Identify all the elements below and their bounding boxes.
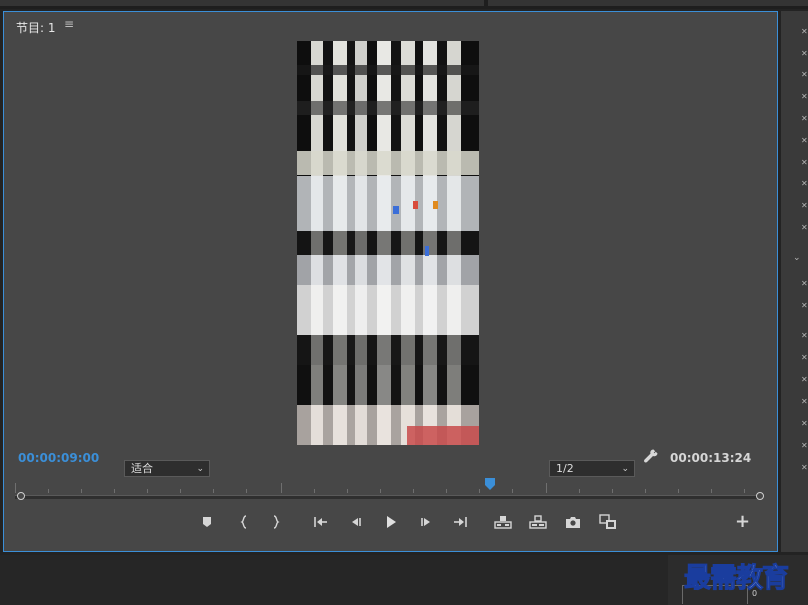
wrench-icon[interactable] (643, 448, 659, 464)
duration-timecode: 00:00:13:24 (670, 451, 752, 465)
plus-icon[interactable]: + (735, 513, 750, 531)
step-back-icon[interactable] (345, 513, 367, 531)
close-icon[interactable]: ✕ (801, 179, 808, 188)
close-icon[interactable]: ✕ (801, 375, 808, 384)
mark-in-icon[interactable] (233, 513, 255, 531)
close-icon[interactable]: ✕ (801, 136, 808, 145)
export-frame-icon[interactable] (562, 513, 584, 531)
panel-title[interactable]: 节目: 1 (16, 19, 56, 36)
playhead-marker[interactable] (485, 478, 495, 490)
close-icon[interactable]: ✕ (801, 92, 808, 101)
close-icon[interactable]: ✕ (801, 331, 808, 340)
chevron-down-icon[interactable]: ⌄ (793, 253, 801, 263)
close-icon[interactable]: ✕ (801, 353, 808, 362)
current-timecode[interactable]: 00:00:09:00 (18, 451, 99, 465)
extract-icon[interactable] (527, 513, 549, 531)
top-panel-tab (0, 0, 484, 6)
close-icon[interactable]: ✕ (801, 397, 808, 406)
close-icon[interactable]: ✕ (801, 201, 808, 210)
go-to-in-icon[interactable] (310, 513, 332, 531)
lift-icon[interactable] (492, 513, 514, 531)
step-forward-icon[interactable] (415, 513, 437, 531)
close-icon[interactable]: ✕ (801, 27, 808, 36)
zoom-level-value: 适合 (131, 462, 153, 475)
compare-icon[interactable] (597, 513, 619, 531)
scrub-bar[interactable] (15, 495, 757, 499)
scrub-start-handle[interactable] (17, 492, 25, 500)
hamburger-menu-icon[interactable]: ≡ (64, 17, 74, 31)
zoom-level-dropdown[interactable]: 适合 ⌄ (124, 460, 210, 477)
play-icon[interactable] (380, 513, 402, 531)
close-icon[interactable]: ✕ (801, 114, 808, 123)
watermark-logo: 最需教育 (684, 563, 790, 595)
go-to-out-icon[interactable] (449, 513, 471, 531)
mark-out-icon[interactable] (265, 513, 287, 531)
close-icon[interactable]: ✕ (801, 223, 808, 232)
time-ruler[interactable] (11, 480, 764, 493)
top-panel-tab (488, 0, 808, 6)
playback-resolution-dropdown[interactable]: 1/2 ⌄ (549, 460, 635, 477)
scrub-end-handle[interactable] (756, 492, 764, 500)
right-side-panel: ✕ ✕ ✕ ✕ ✕ ✕ ✕ ✕ ✕ ✕ ⌄ ✕ ✕ ✕ ✕ ✕ ✕ ✕ ✕ ✕ (781, 11, 808, 552)
close-icon[interactable]: ✕ (801, 463, 808, 472)
chevron-down-icon: ⌄ (196, 464, 204, 474)
close-icon[interactable]: ✕ (801, 70, 808, 79)
video-preview-frame[interactable] (297, 41, 479, 445)
close-icon[interactable]: ✕ (801, 279, 808, 288)
close-icon[interactable]: ✕ (801, 158, 808, 167)
close-icon[interactable]: ✕ (801, 301, 808, 310)
close-icon[interactable]: ✕ (801, 441, 808, 450)
chevron-down-icon: ⌄ (621, 464, 629, 474)
close-icon[interactable]: ✕ (801, 419, 808, 428)
top-panel-strip (0, 0, 808, 9)
resolution-value: 1/2 (556, 462, 574, 475)
close-icon[interactable]: ✕ (801, 49, 808, 58)
marker-icon[interactable] (196, 513, 218, 531)
